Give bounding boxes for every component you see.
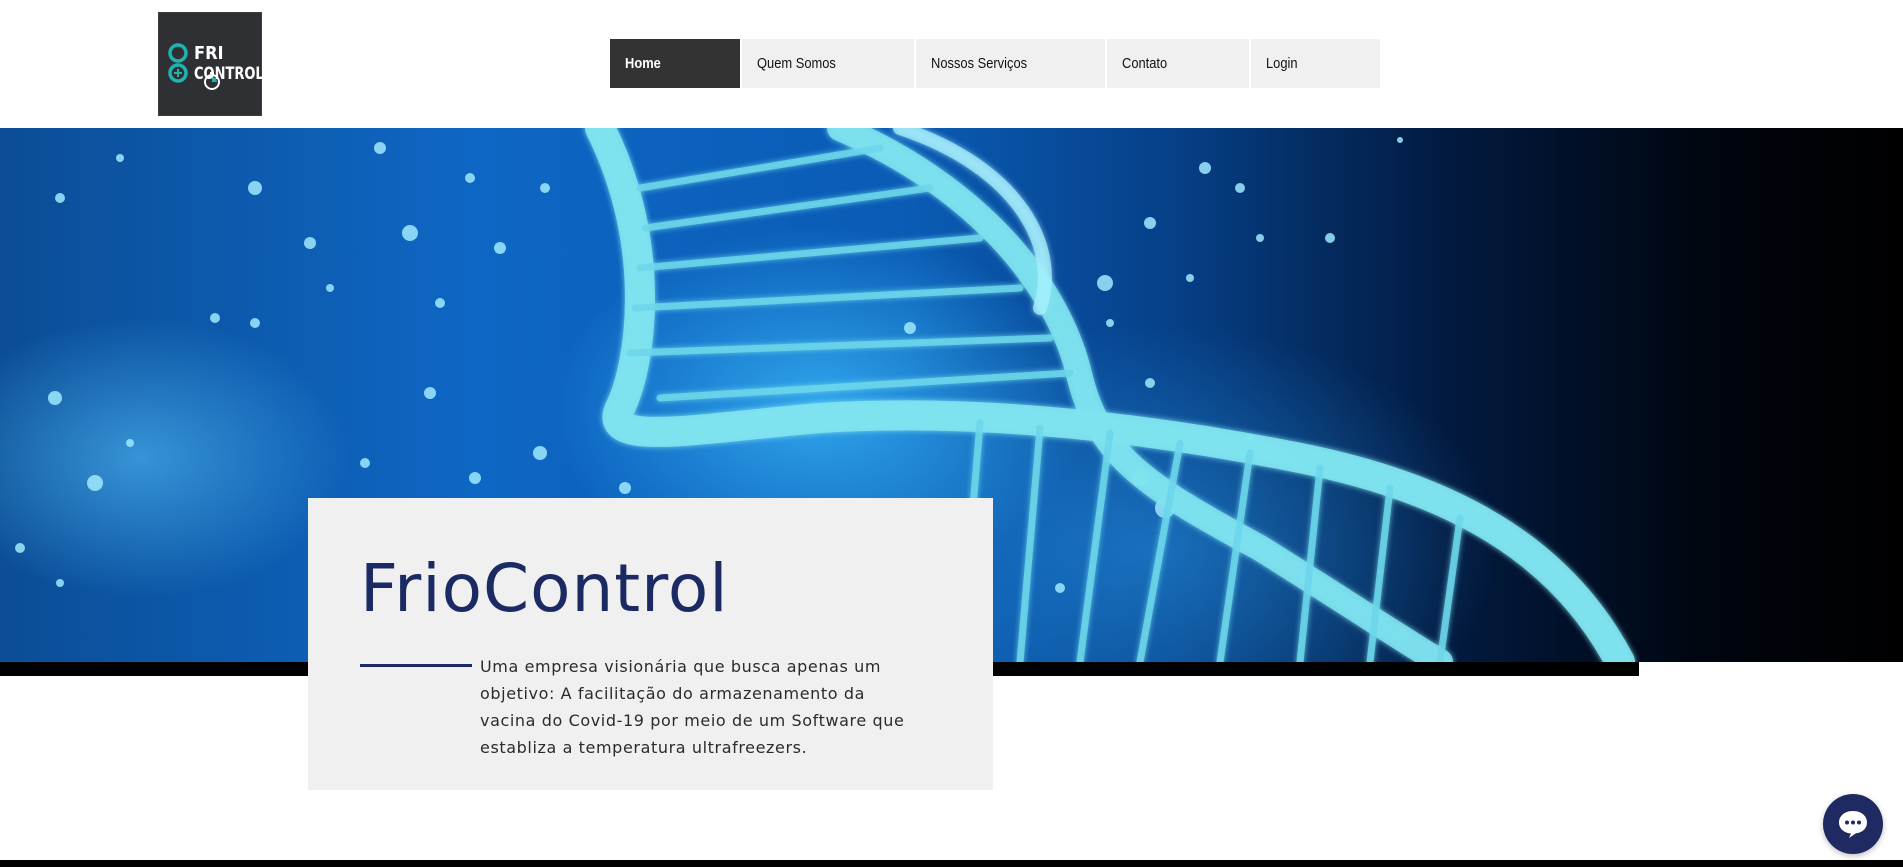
nav-item-nossos-servicos[interactable]: Nossos Serviços [916, 39, 1107, 88]
chat-bubble-icon [1839, 811, 1867, 838]
nav-label-quem-somos: Quem Somos [757, 55, 836, 72]
logo-wordmark: FRI CONTROL [194, 43, 276, 90]
hero-title: FrioControl [360, 550, 729, 627]
nav-label-contato: Contato [1122, 55, 1168, 72]
nav-item-home[interactable]: Home [610, 39, 742, 88]
logo-line1: FRI [194, 43, 224, 64]
nav-item-quem-somos[interactable]: Quem Somos [742, 39, 916, 88]
hero-description: Uma empresa visionária que busca apenas … [480, 657, 905, 757]
footer-strip [0, 860, 1903, 867]
main-nav: Home Quem Somos Nossos Serviços Contato … [610, 39, 1380, 88]
nav-item-login[interactable]: Login [1251, 39, 1380, 88]
hero-card: FrioControl Uma empresa visionária que b… [308, 498, 993, 790]
chat-widget-button[interactable] [1823, 794, 1883, 854]
site-logo[interactable]: FRI CONTROL [158, 12, 264, 116]
nav-label-nossos-servicos: Nossos Serviços [931, 55, 1028, 72]
nav-label-login: Login [1266, 55, 1298, 72]
nav-label-home: Home [625, 55, 661, 72]
logo-line2: CONTROL [194, 64, 264, 84]
nav-item-contato[interactable]: Contato [1107, 39, 1251, 88]
title-divider [360, 664, 472, 667]
infinity-thermometer-icon [168, 43, 188, 83]
